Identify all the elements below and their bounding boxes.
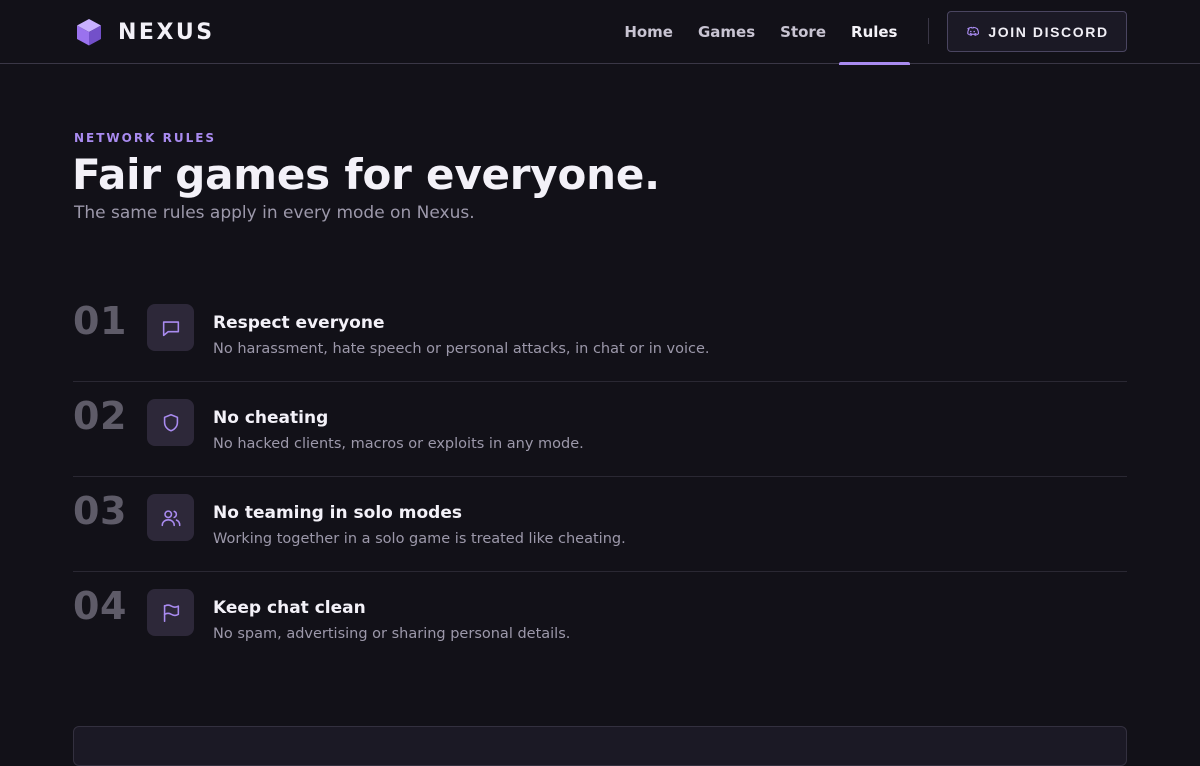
rule-icon-tile: [147, 589, 194, 636]
brand-name: NEXUS: [118, 19, 215, 45]
rule-description: Working together in a solo game is treat…: [213, 531, 626, 547]
bottom-card: [73, 726, 1127, 766]
rule-description: No harassment, hate speech or personal a…: [213, 341, 710, 357]
rule-icon-tile: [147, 494, 194, 541]
section-eyebrow: NETWORK RULES: [74, 131, 217, 145]
nav-divider: [928, 18, 929, 44]
cube-logo-icon: [77, 19, 101, 46]
rule-title: Keep chat clean: [213, 598, 366, 618]
rules-list: 01 Respect everyone No harassment, hate …: [73, 287, 1127, 667]
rule-item: 03 No teaming in solo modes Working toge…: [73, 477, 1127, 572]
shield-icon: [163, 413, 178, 432]
rule-number: 01: [73, 299, 127, 343]
rule-description: No hacked clients, macros or exploits in…: [213, 436, 584, 452]
flag-icon: [163, 603, 179, 622]
rule-title: No teaming in solo modes: [213, 503, 462, 523]
join-discord-button[interactable]: JOIN DISCORD: [947, 11, 1127, 52]
rule-title: No cheating: [213, 408, 329, 428]
rule-item: 02 No cheating No hacked clients, macros…: [73, 382, 1127, 477]
discord-icon: [967, 26, 980, 36]
page-subtitle: The same rules apply in every mode on Ne…: [74, 203, 475, 223]
brand[interactable]: NEXUS: [74, 16, 215, 48]
rule-item: 04 Keep chat clean No spam, advertising …: [73, 572, 1127, 667]
users-icon: [161, 509, 180, 526]
rule-item: 01 Respect everyone No harassment, hate …: [73, 287, 1127, 382]
join-discord-label: JOIN DISCORD: [988, 23, 1109, 40]
rule-icon-tile: [147, 399, 194, 446]
nav-item-rules[interactable]: Rules: [838, 0, 911, 65]
site-header: NEXUS Home Games Store Rules JOIN DISCOR…: [0, 0, 1200, 65]
rule-title: Respect everyone: [213, 313, 385, 333]
rule-number: 04: [73, 584, 127, 628]
nav-item-games[interactable]: Games: [685, 0, 767, 64]
chat-bubble-icon: [162, 320, 179, 336]
rule-description: No spam, advertising or sharing personal…: [213, 626, 571, 642]
rule-number: 02: [73, 394, 127, 438]
page-title: Fair games for everyone.: [72, 150, 660, 199]
main-nav: Home Games Store Rules: [612, 0, 911, 65]
nav-item-store[interactable]: Store: [768, 0, 839, 64]
rule-icon-tile: [147, 304, 194, 351]
rule-number: 03: [73, 489, 127, 533]
nav-item-home[interactable]: Home: [612, 0, 686, 64]
